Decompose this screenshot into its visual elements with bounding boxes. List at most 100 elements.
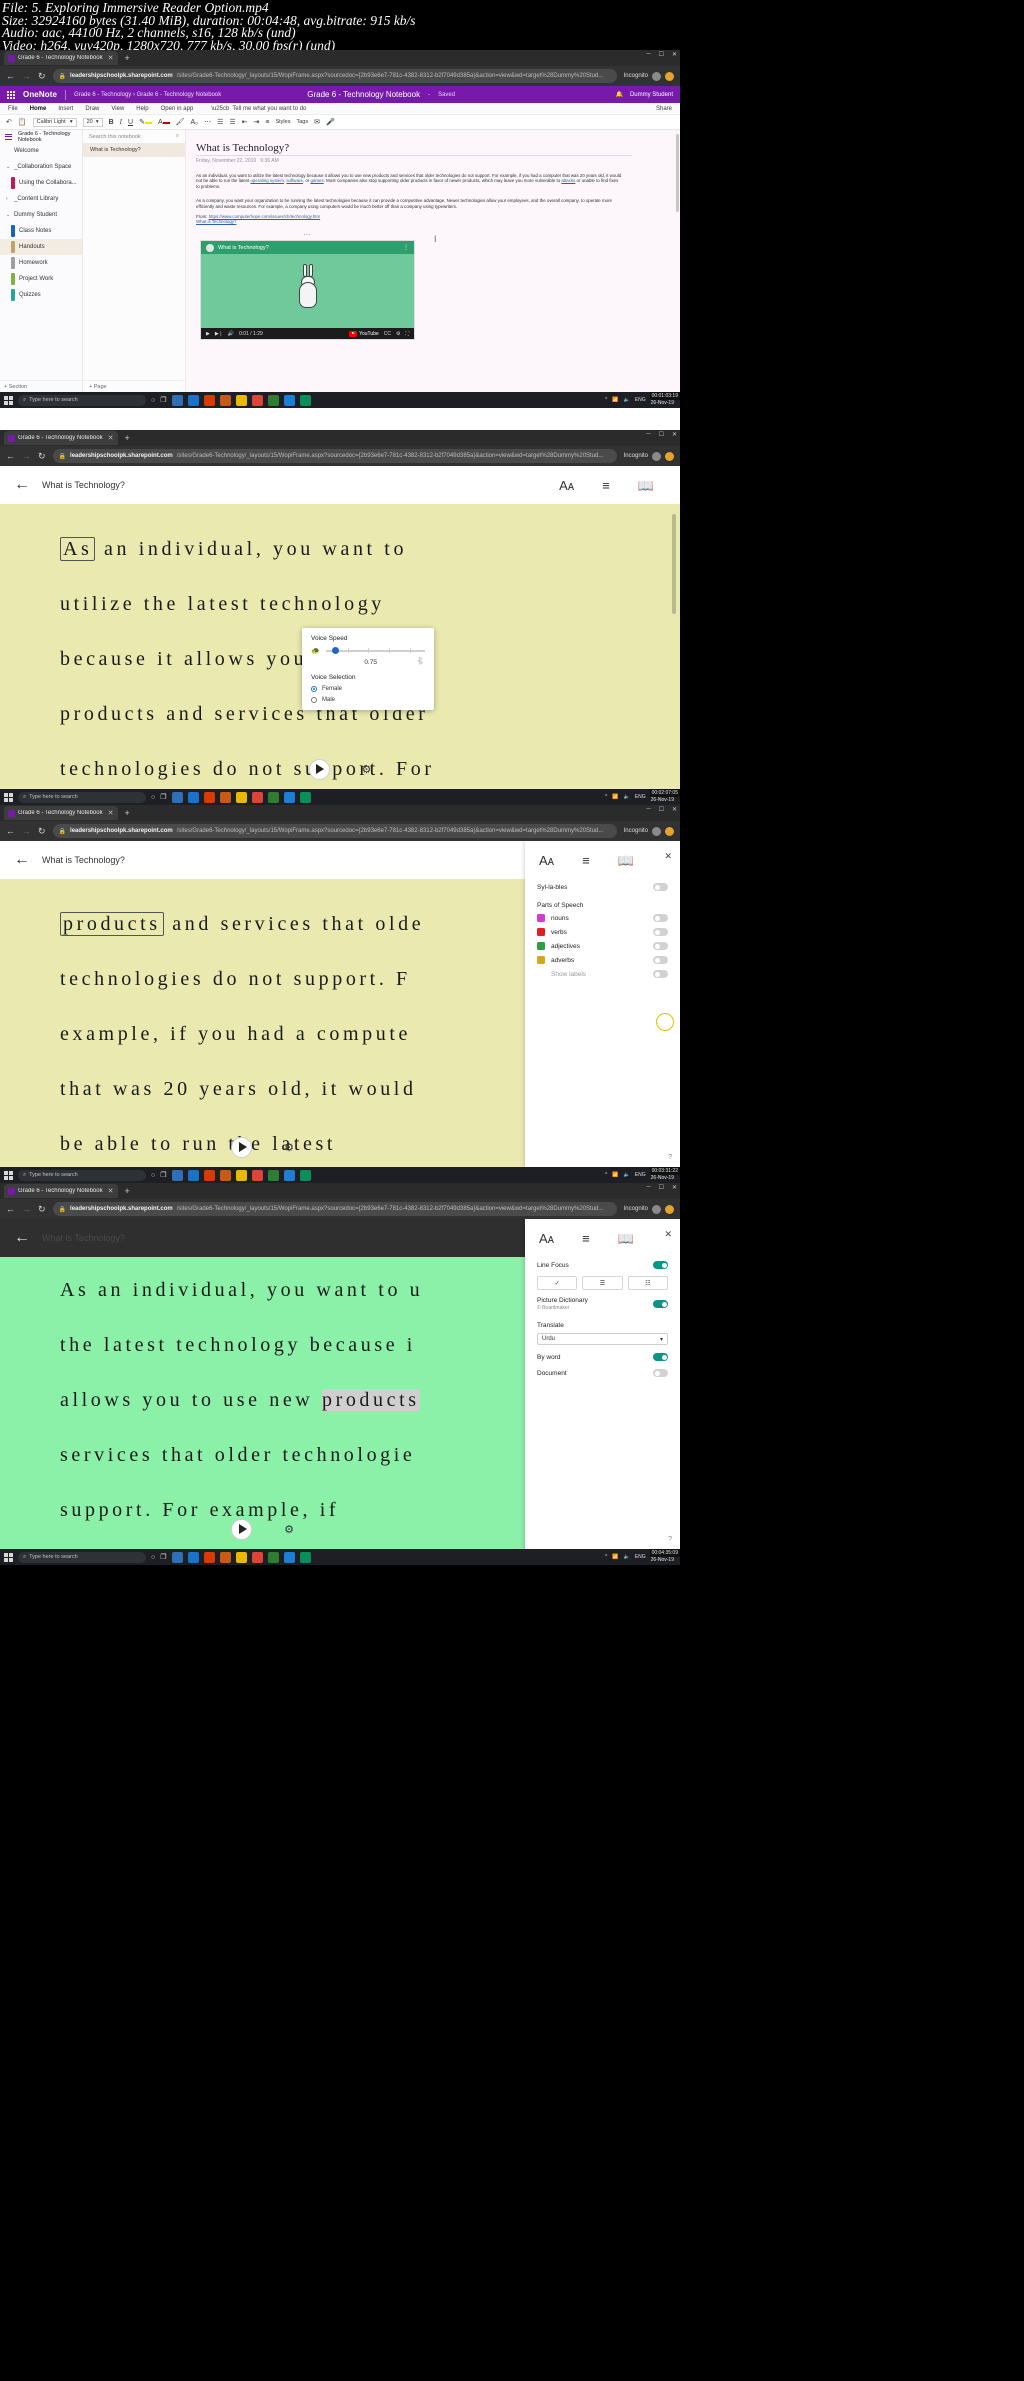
voice-option-female[interactable]: Female — [311, 686, 425, 692]
taskbar-app-icon[interactable] — [171, 1169, 183, 1181]
browser-tab[interactable]: Grade 6 - Technology Notebook ✕ — [4, 1184, 119, 1198]
tags-dropdown[interactable]: Tags — [296, 119, 308, 125]
close-icon[interactable]: ✕ — [664, 851, 672, 862]
speaker-icon[interactable]: 🔈 — [624, 1172, 630, 1178]
task-view-icon[interactable]: ❐ — [160, 1171, 166, 1179]
taskbar-app-icon[interactable] — [219, 1551, 231, 1563]
taskbar-app-icon[interactable] — [187, 791, 199, 803]
taskbar-app-icon[interactable] — [219, 1169, 231, 1181]
taskbar-app-icon[interactable] — [187, 394, 199, 406]
app-launcher-icon[interactable] — [7, 90, 15, 99]
cc-icon[interactable]: CC — [384, 331, 391, 337]
new-tab-button[interactable]: + — [124, 433, 129, 443]
show-labels-toggle[interactable] — [653, 970, 668, 978]
reload-icon[interactable]: ↻ — [38, 71, 46, 81]
font-size-select[interactable]: 20 ▾ — [82, 117, 103, 127]
parts-of-speech-adverbs[interactable]: adverbs — [525, 953, 680, 967]
task-view-icon[interactable]: ❐ — [160, 793, 166, 801]
taskbar-app-icon[interactable] — [251, 1169, 263, 1181]
reader-text-body[interactable]: products and services that olde technolo… — [0, 879, 525, 1167]
taskbar-app-icon[interactable] — [235, 1551, 247, 1563]
start-icon[interactable] — [4, 1170, 13, 1180]
sidebar-item-class-notes[interactable]: Class Notes — [0, 223, 82, 239]
font-color-button[interactable]: A — [158, 119, 170, 126]
taskbar-app-icon[interactable] — [203, 1551, 215, 1563]
hamburger-icon[interactable] — [5, 133, 12, 140]
close-window-icon[interactable]: ✕ — [672, 1184, 677, 1191]
taskbar-app-icon[interactable] — [283, 1169, 295, 1181]
taskbar-app-icon[interactable] — [251, 394, 263, 406]
back-icon[interactable]: ← — [6, 451, 15, 461]
voice-options-icon[interactable]: ⚙ — [284, 1523, 294, 1536]
picture-dictionary-row[interactable]: Picture Dictionary © Boardmaker — [525, 1293, 680, 1315]
link-operating-system[interactable]: operating system — [250, 178, 283, 183]
play-button[interactable] — [308, 758, 330, 780]
focus-option-three-lines[interactable]: ☰ — [582, 1276, 623, 1290]
sidebar-item-welcome[interactable]: Welcome — [0, 143, 82, 159]
increase-indent-icon[interactable]: ⇥ — [254, 118, 260, 126]
next-icon[interactable]: ▶❘ — [215, 331, 223, 337]
syllables-row[interactable]: Syl-la-bles — [525, 879, 680, 895]
help-icon[interactable]: ? — [668, 1154, 672, 1161]
text-preferences-icon[interactable]: Aᴀ — [559, 479, 574, 492]
voice-options-icon[interactable]: ⚙ — [362, 763, 372, 776]
browser-tab[interactable]: Grade 6 - Technology Notebook ✕ — [4, 806, 119, 820]
note-title[interactable]: What is Technology? — [196, 142, 633, 156]
taskbar-app-icon[interactable] — [267, 1551, 279, 1563]
taskbar-app-icon[interactable] — [203, 1169, 215, 1181]
grammar-options-icon[interactable]: ≡ — [582, 854, 590, 867]
styles-dropdown[interactable]: Styles — [275, 119, 290, 125]
taskbar-app-icon[interactable] — [203, 791, 215, 803]
taskbar-app-icon[interactable] — [187, 1551, 199, 1563]
reading-preferences-icon[interactable]: 📖 — [638, 479, 654, 492]
address-bar[interactable]: 🔒 leadershipschoolpk.sharepoint.com/site… — [52, 69, 617, 83]
close-icon[interactable]: ✕ — [108, 54, 114, 62]
numbering-icon[interactable]: ☰ — [229, 118, 235, 126]
note-paragraph-1[interactable]: As an individual, you want to utilize th… — [196, 173, 623, 189]
link-attacks[interactable]: attacks — [561, 178, 575, 183]
clipboard-icon[interactable]: 📋 — [18, 118, 27, 126]
sidebar-item-content-library[interactable]: › _Content Library — [0, 191, 82, 207]
voice-speed-slider[interactable] — [325, 647, 425, 654]
line-focus-toggle[interactable] — [653, 1261, 668, 1269]
dictate-icon[interactable]: 🎤 — [326, 118, 335, 126]
parts-of-speech-adjectives[interactable]: adjectives — [525, 939, 680, 953]
reader-selected-word[interactable]: products — [321, 1389, 420, 1411]
reading-preferences-icon[interactable]: 📖 — [618, 1232, 634, 1245]
sidebar-item-collaboration-space[interactable]: ⌄ _Collaboration Space — [0, 159, 82, 175]
reading-preferences-icon[interactable]: 📖 — [618, 854, 634, 867]
font-name-select[interactable]: Calibri Light ▾ — [32, 117, 77, 127]
reload-icon[interactable]: ↻ — [38, 451, 46, 461]
chevron-up-icon[interactable]: ^ — [605, 397, 607, 403]
translate-language-select[interactable]: Urdu ▾ — [537, 1333, 668, 1345]
grammar-options-icon[interactable]: ≡ — [582, 1232, 590, 1245]
taskbar-search-input[interactable]: ⌕ Type here to search — [18, 1551, 146, 1563]
by-word-row[interactable]: By word — [525, 1349, 680, 1365]
cortana-icon[interactable]: ○ — [151, 397, 155, 404]
canvas-scrollbar[interactable] — [676, 134, 679, 212]
address-bar[interactable]: 🔒 leadershipschoolpk.sharepoint.com/site… — [52, 824, 617, 838]
reload-icon[interactable]: ↻ — [38, 1204, 46, 1214]
taskbar-app-icon[interactable] — [235, 1169, 247, 1181]
fullscreen-icon[interactable]: ⛶ — [405, 331, 409, 337]
tab-file[interactable]: File — [8, 106, 18, 112]
settings-gear-icon[interactable]: ⚙ — [396, 331, 400, 337]
tab-home[interactable]: Home — [30, 106, 47, 112]
play-button[interactable] — [231, 1518, 253, 1540]
close-window-icon[interactable]: ✕ — [672, 51, 677, 58]
parts-of-speech-nouns[interactable]: nouns — [525, 911, 680, 925]
network-icon[interactable]: 📶 — [612, 1554, 618, 1560]
back-icon[interactable]: ← — [6, 71, 15, 81]
minimize-icon[interactable]: ─ — [646, 1184, 650, 1191]
decrease-indent-icon[interactable]: ⇤ — [242, 118, 248, 126]
source-title-link[interactable]: What is Technology? — [196, 219, 236, 224]
clear-formatting-icon[interactable]: A₀ — [191, 119, 199, 126]
chevron-up-icon[interactable]: ^ — [605, 1554, 607, 1560]
taskbar-app-icon[interactable] — [283, 1551, 295, 1563]
close-icon[interactable]: ✕ — [108, 809, 114, 817]
reader-text-body[interactable]: As an individual, you want to u the late… — [0, 1257, 525, 1538]
taskbar-app-icon[interactable] — [203, 394, 215, 406]
minimize-icon[interactable]: ─ — [646, 51, 650, 58]
note-canvas[interactable]: What is Technology? Friday, November 22,… — [186, 130, 680, 392]
maximize-icon[interactable]: ☐ — [659, 431, 664, 438]
